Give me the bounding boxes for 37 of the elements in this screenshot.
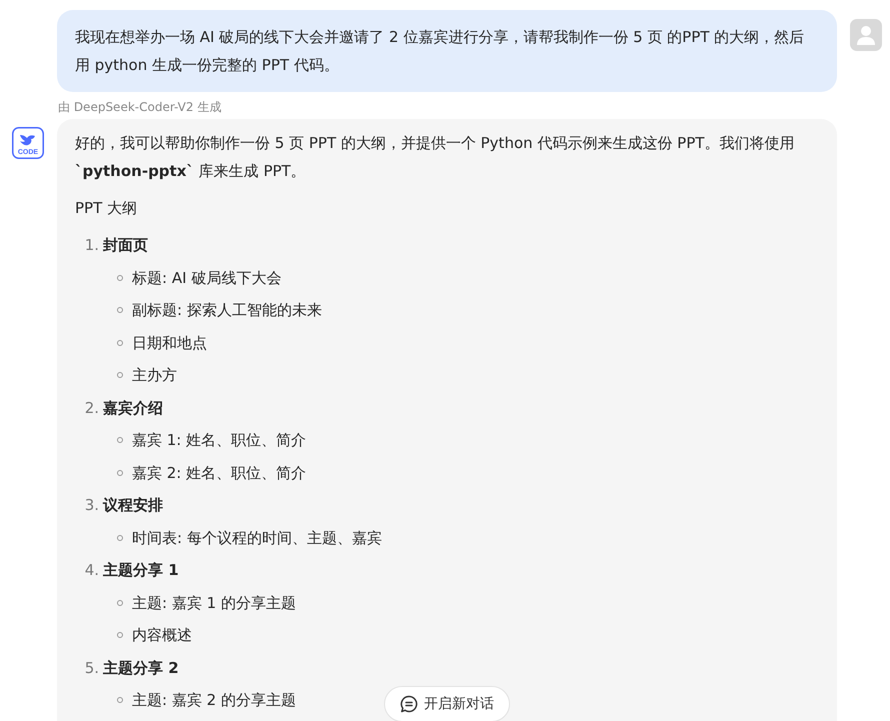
outline-item: 嘉宾 2: 姓名、职位、简介 <box>132 462 306 484</box>
new-chat-button[interactable]: 开启新对话 <box>384 686 510 721</box>
reply-paragraph: 好的，我可以帮助你制作一份 5 页 PPT 的大纲，并提供一个 Python 代码示例来生成这份 PPT。我们将使用 `python-pptx` 库来生成 PPT。 <box>75 133 796 182</box>
bullet-icon <box>117 470 123 476</box>
bullet-icon <box>117 372 123 378</box>
section-title: 议程安排 <box>103 495 163 516</box>
list-number: 2. <box>84 398 100 418</box>
outline-item: 主办方 <box>132 365 177 386</box>
outline-item: 嘉宾 1: 姓名、职位、简介 <box>132 430 306 451</box>
section-title: 嘉宾介绍 <box>103 398 163 418</box>
outline-item: 主题: 嘉宾 1 的分享主题 <box>132 592 296 614</box>
bullet-icon <box>117 632 123 638</box>
user-avatar-icon <box>850 19 882 51</box>
bullet-icon <box>117 600 123 606</box>
outline-item: 时间表: 每个议程的时间、主题、嘉宾 <box>132 528 382 548</box>
outline-item: 主题: 嘉宾 2 的分享主题 <box>132 690 296 711</box>
outline-heading: PPT 大纲 <box>75 198 138 219</box>
section-title: 主题分享 1 <box>103 560 179 581</box>
list-number: 5. <box>84 658 100 678</box>
user-message: 我现在想举办一场 AI 破局的线下大会并邀请了 2 位嘉宾进行分享，请帮我制作一份 5 页 的PPT 的大纲，然后用 python 生成一份完整的 PPT 代码。 <box>57 10 837 92</box>
list-number: 3. <box>84 495 100 516</box>
bullet-icon <box>117 437 123 444</box>
bullet-icon <box>117 307 123 314</box>
outline-item: 内容概述 <box>132 625 192 646</box>
chat-icon <box>400 695 418 713</box>
bullet-icon <box>117 697 123 704</box>
model-label: 由 DeepSeek-Coder-V2 生成 <box>58 99 222 116</box>
bullet-icon <box>117 534 123 541</box>
outline-item: 标题: AI 破局线下大会 <box>132 268 282 288</box>
section-title: 主题分享 2 <box>103 658 179 678</box>
bullet-icon <box>117 274 123 281</box>
list-number: 1. <box>84 235 100 256</box>
list-number: 4. <box>84 560 100 581</box>
bullet-icon <box>117 340 123 346</box>
outline-item: 日期和地点 <box>132 332 207 354</box>
section-title: 封面页 <box>103 235 148 256</box>
outline-item: 副标题: 探索人工智能的未来 <box>132 300 322 321</box>
